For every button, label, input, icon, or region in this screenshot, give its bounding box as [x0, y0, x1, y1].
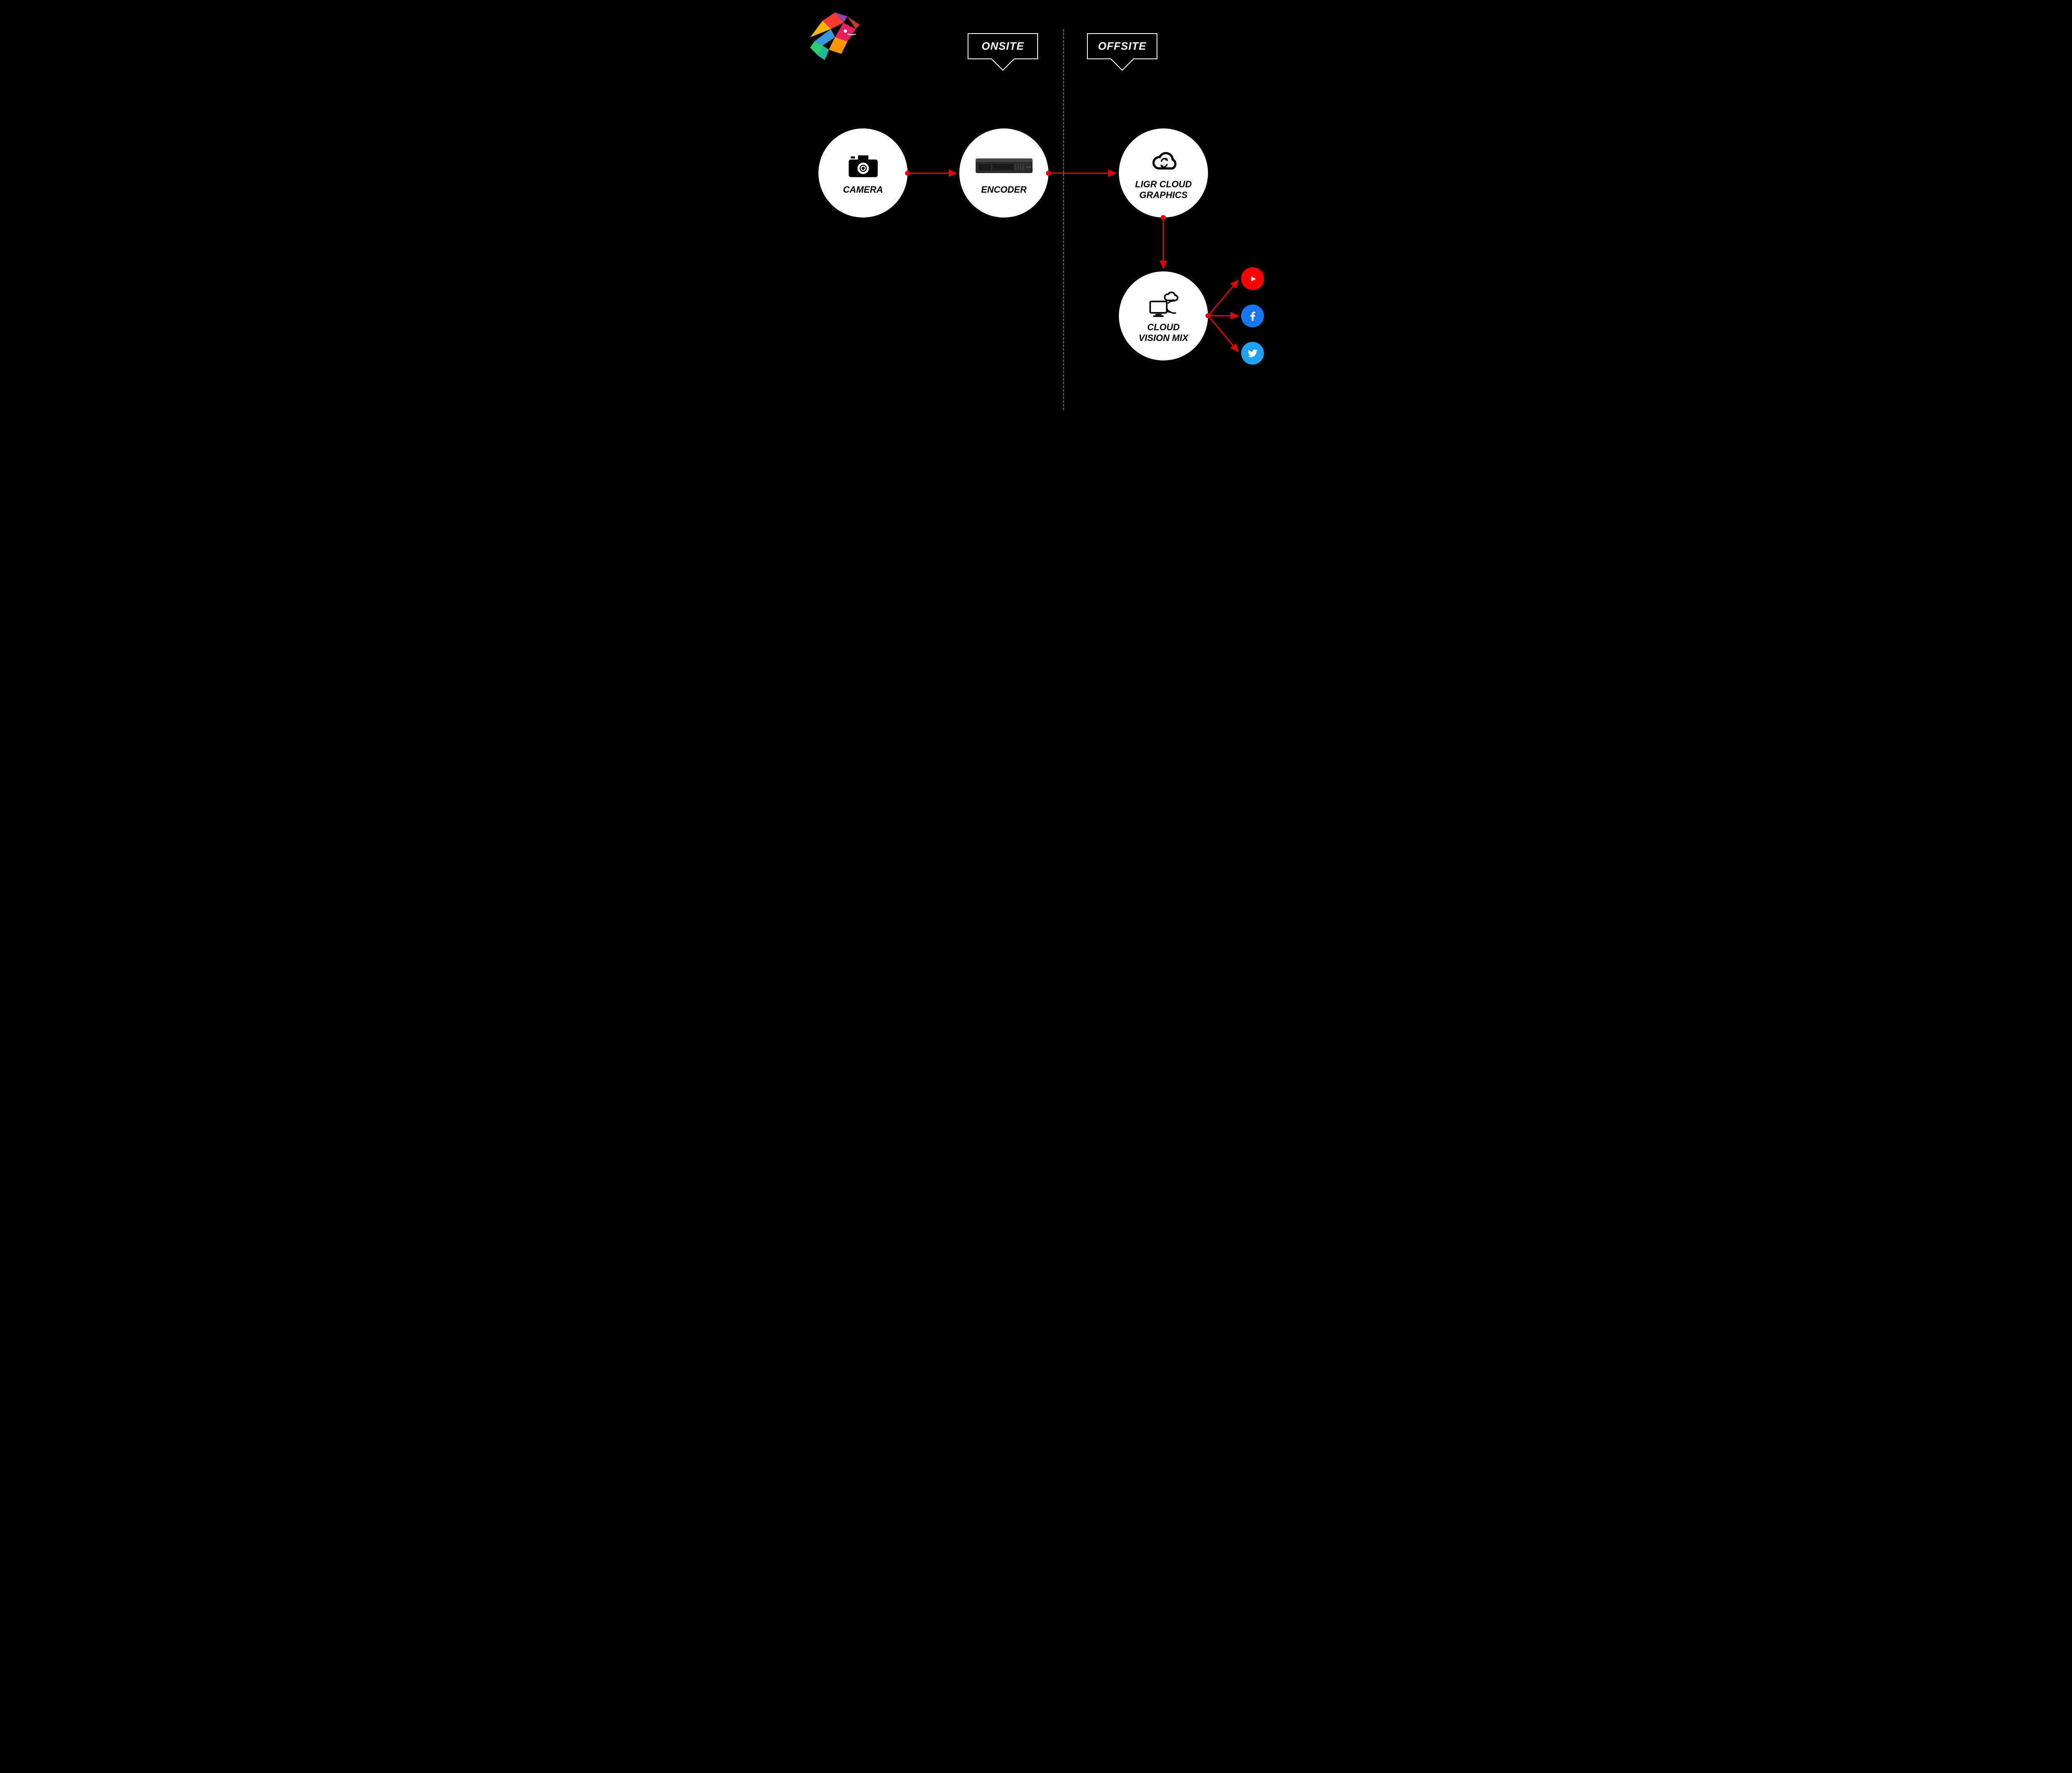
encoder-label: ENCODER — [981, 184, 1026, 195]
youtube-icon — [1241, 267, 1264, 290]
twitter-icon — [1241, 342, 1264, 365]
facebook-icon — [1241, 305, 1264, 327]
camera-icon — [842, 151, 884, 180]
camera-label: CAMERA — [843, 184, 883, 195]
encoder-icon — [975, 151, 1033, 180]
diagram-stage: ONSITE OFFSITE CAMERA — [798, 0, 1274, 414]
brand-logo — [806, 8, 864, 62]
cloudmix-label: CLOUD VISION MIX — [1139, 322, 1188, 343]
offsite-text: OFFSITE — [1098, 40, 1147, 52]
offsite-section-label: OFFSITE — [1087, 33, 1157, 71]
cloud-vision-mix-node: CLOUD VISION MIX — [1119, 271, 1208, 360]
encoder-node: ENCODER — [959, 128, 1048, 218]
camera-node: CAMERA — [818, 128, 908, 218]
onsite-offsite-divider — [1063, 29, 1064, 410]
ligr-label: LIGR CLOUD GRAPHICS — [1135, 179, 1192, 200]
cloud-monitor-icon — [1143, 289, 1184, 318]
ligr-cloud-graphics-node: LIGR CLOUD GRAPHICS — [1119, 128, 1208, 218]
cloud-sync-icon — [1143, 146, 1184, 175]
onsite-section-label: ONSITE — [968, 33, 1038, 71]
onsite-text: ONSITE — [982, 40, 1024, 52]
